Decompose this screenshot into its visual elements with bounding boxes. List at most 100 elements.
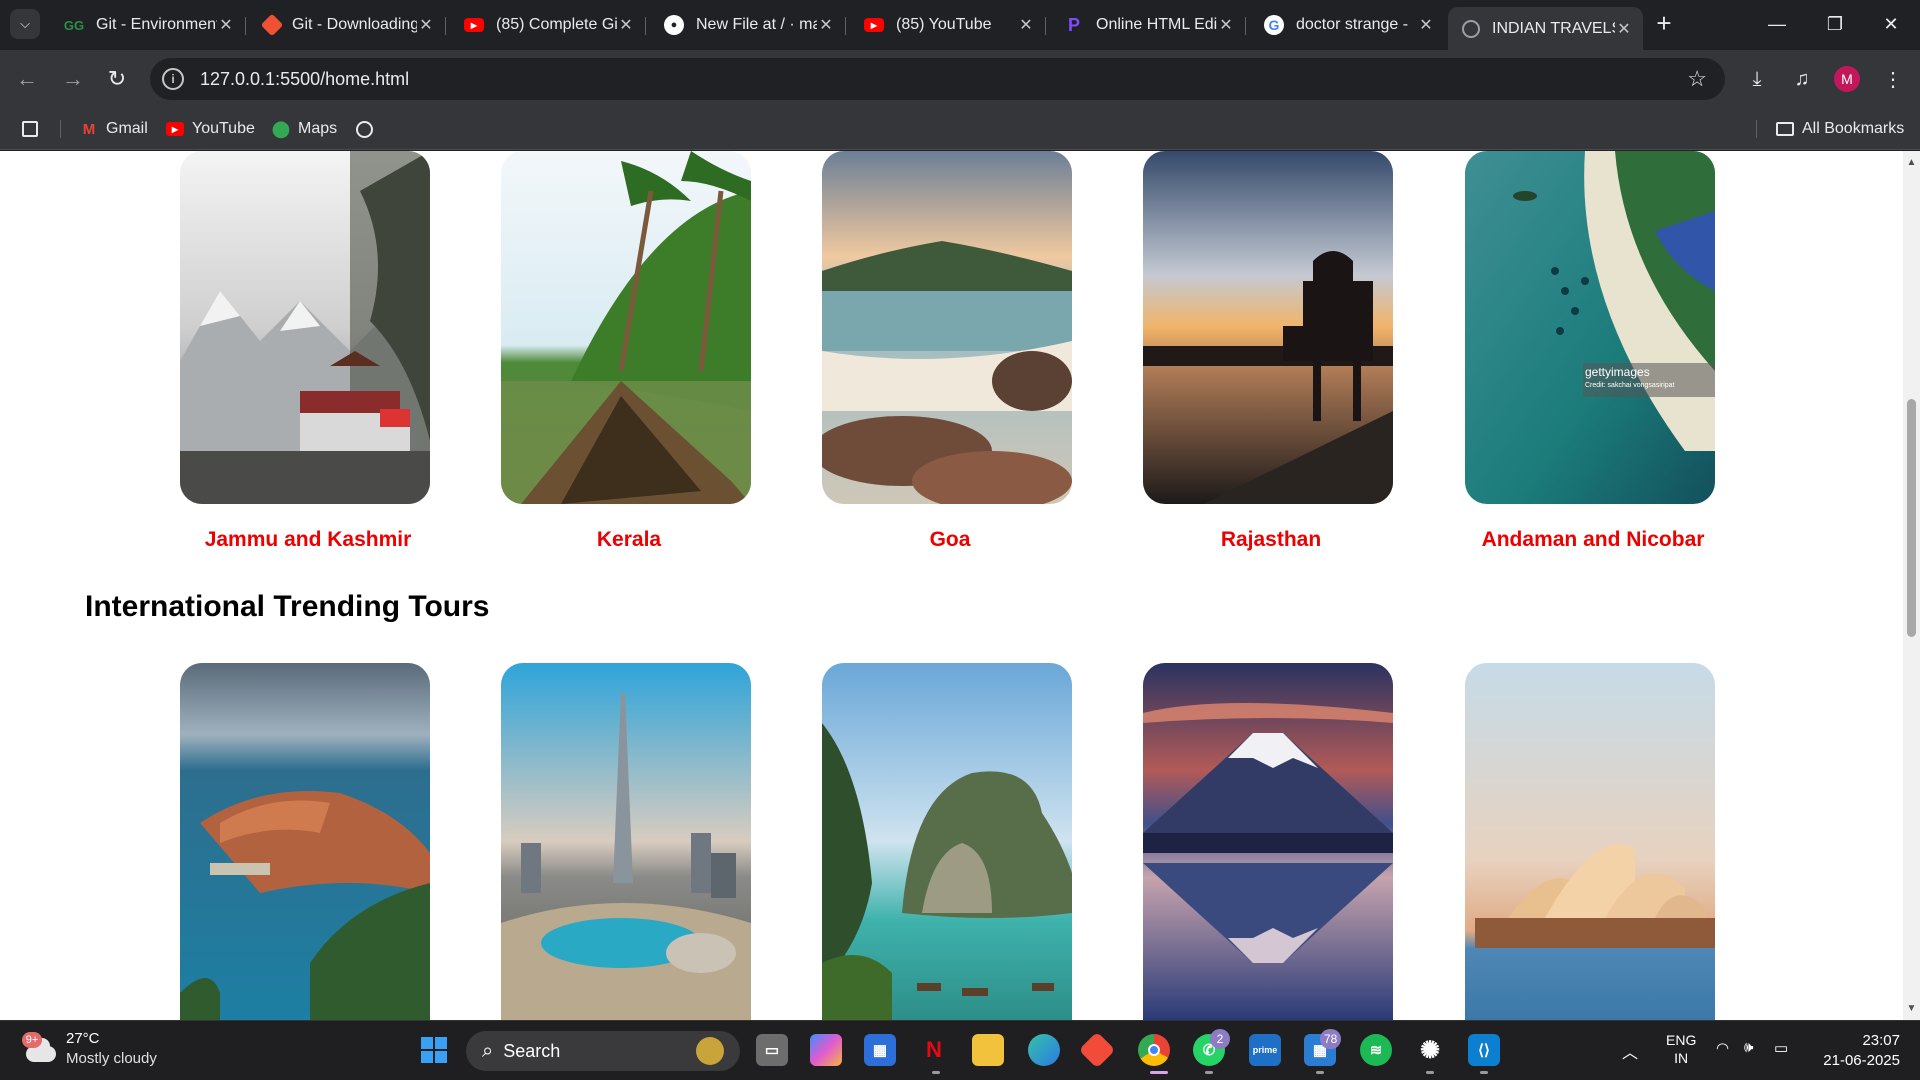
tab-youtube[interactable]: ▶ (85) YouTube ✕ bbox=[850, 7, 1046, 43]
copilot-button[interactable] bbox=[810, 1034, 842, 1066]
volume-icon[interactable]: 🕪 bbox=[1744, 1039, 1753, 1056]
download-button[interactable]: ⤓ bbox=[1740, 62, 1774, 96]
destination-label[interactable]: Andaman and Nicobar bbox=[1433, 528, 1753, 552]
bookmark-youtube[interactable]: ▶ YouTube bbox=[166, 117, 255, 141]
github-icon: ● bbox=[664, 15, 684, 35]
destination-card-kerala[interactable] bbox=[501, 151, 751, 504]
netflix-icon: N bbox=[926, 1037, 942, 1062]
store-button[interactable]: ▦ bbox=[864, 1034, 896, 1066]
back-button[interactable]: ← bbox=[10, 62, 44, 96]
close-icon[interactable]: ✕ bbox=[817, 15, 835, 35]
weather-widget[interactable]: 9+ 27°C Mostly cloudy bbox=[22, 1029, 157, 1069]
profile-avatar[interactable]: M bbox=[1834, 66, 1860, 92]
page-scrollbar[interactable]: ▲ ▼ bbox=[1903, 151, 1920, 1020]
tab-doctor-strange[interactable]: G doctor strange - ✕ bbox=[1250, 7, 1445, 43]
store-badge: 78 bbox=[1320, 1029, 1342, 1049]
prime-video-button[interactable]: prime bbox=[1249, 1034, 1281, 1066]
international-card-skyscraper[interactable] bbox=[501, 663, 751, 1020]
close-icon[interactable]: ✕ bbox=[1417, 15, 1435, 35]
bookmark-star-icon[interactable]: ☆ bbox=[1687, 66, 1707, 92]
international-card-opera[interactable] bbox=[1465, 663, 1715, 1020]
wifi-icon[interactable]: ◠ bbox=[1716, 1039, 1729, 1057]
spotify-button[interactable]: ≋ bbox=[1360, 1034, 1392, 1066]
tab-git-environment[interactable]: GG Git - Environment ✕ bbox=[50, 7, 246, 43]
destination-label[interactable]: Goa bbox=[790, 528, 1110, 552]
tab-complete-git[interactable]: ▶ (85) Complete Git ✕ bbox=[450, 7, 646, 43]
new-tab-button[interactable]: + bbox=[1650, 10, 1678, 38]
destination-card-rajasthan[interactable] bbox=[1143, 151, 1393, 504]
divider bbox=[60, 120, 61, 138]
divider bbox=[1756, 120, 1757, 138]
clock[interactable]: 23:07 21-06-2025 bbox=[1818, 1031, 1900, 1071]
scroll-down-icon[interactable]: ▼ bbox=[1906, 1003, 1917, 1014]
bookmark-maps[interactable]: ⬤ Maps bbox=[272, 117, 337, 141]
destination-label[interactable]: Rajasthan bbox=[1111, 528, 1431, 552]
weather-badge: 9+ bbox=[22, 1032, 42, 1048]
edge-button[interactable] bbox=[1028, 1034, 1060, 1066]
international-card-lagoon[interactable] bbox=[822, 663, 1072, 1020]
close-icon[interactable]: ✕ bbox=[1017, 15, 1035, 35]
destination-label[interactable]: Kerala bbox=[469, 528, 789, 552]
opera-house-image bbox=[1465, 663, 1715, 1020]
weather-cloud-icon: 9+ bbox=[22, 1032, 56, 1066]
language-code: ENG bbox=[1666, 1032, 1697, 1048]
tab-title: doctor strange - bbox=[1296, 16, 1409, 33]
taskbar-search[interactable]: ⌕ Search bbox=[466, 1031, 740, 1071]
scrollbar-thumb[interactable] bbox=[1907, 399, 1916, 637]
destination-card-andaman-nicobar[interactable]: gettyimages Credit: sakchai vongsasiripa… bbox=[1465, 151, 1715, 504]
tab-strip: ⌵ GG Git - Environment ✕ Git - Downloadi… bbox=[0, 0, 1920, 50]
kebab-menu-icon: ⋮ bbox=[1883, 68, 1903, 91]
tab-github-new-file[interactable]: ● New File at / · main ✕ bbox=[650, 7, 846, 43]
close-icon[interactable]: ✕ bbox=[1217, 15, 1235, 35]
netflix-button[interactable]: N bbox=[918, 1034, 950, 1066]
arrow-right-icon: → bbox=[62, 66, 84, 91]
tab-online-html-editor[interactable]: P Online HTML Editor ✕ bbox=[1050, 7, 1246, 43]
apps-button[interactable] bbox=[22, 117, 46, 141]
international-card-fuji[interactable] bbox=[1143, 663, 1393, 1020]
bookmark-gmail[interactable]: M Gmail bbox=[80, 117, 148, 141]
tab-git-downloading[interactable]: Git - Downloading ✕ bbox=[250, 7, 446, 43]
site-info-icon[interactable]: i bbox=[162, 68, 184, 90]
task-view-button[interactable]: ▭ bbox=[756, 1034, 788, 1066]
menu-button[interactable]: ⋮ bbox=[1876, 62, 1910, 96]
bookmark-site[interactable] bbox=[356, 117, 381, 141]
media-control-button[interactable]: ♫ bbox=[1785, 62, 1819, 96]
coastal-city-image bbox=[180, 663, 430, 1020]
close-icon[interactable]: ✕ bbox=[1615, 19, 1633, 39]
tab-title: (85) Complete Git bbox=[496, 16, 617, 33]
close-window-button[interactable]: ✕ bbox=[1862, 0, 1920, 48]
forward-button[interactable]: → bbox=[56, 62, 90, 96]
jammu-kashmir-image bbox=[180, 151, 430, 504]
lagoon-image bbox=[822, 663, 1072, 1020]
restore-button[interactable]: ❐ bbox=[1806, 0, 1864, 48]
gmail-icon: M bbox=[82, 120, 96, 138]
international-card-coast-city[interactable] bbox=[180, 663, 430, 1020]
close-icon[interactable]: ✕ bbox=[617, 15, 635, 35]
reload-button[interactable]: ↻ bbox=[100, 62, 134, 96]
tray-overflow-button[interactable]: ︿ bbox=[1622, 1039, 1638, 1063]
destination-label[interactable]: Jammu and Kashmir bbox=[148, 528, 468, 552]
chatgpt-button[interactable]: ✺ bbox=[1414, 1034, 1446, 1066]
git-app-button[interactable] bbox=[1078, 1031, 1116, 1069]
battery-icon[interactable]: ▭ bbox=[1774, 1039, 1788, 1057]
destination-card-goa[interactable] bbox=[822, 151, 1072, 504]
watermark-brand: gettyimages bbox=[1585, 365, 1650, 379]
tab-search-button[interactable]: ⌵ bbox=[10, 9, 40, 39]
file-explorer-button[interactable] bbox=[972, 1034, 1004, 1066]
address-bar[interactable]: i 127.0.0.1:5500/home.html ☆ bbox=[150, 58, 1725, 100]
scroll-up-icon[interactable]: ▲ bbox=[1906, 157, 1917, 168]
close-icon[interactable]: ✕ bbox=[417, 15, 435, 35]
tab-title: Git - Downloading bbox=[292, 16, 417, 33]
address-url[interactable]: 127.0.0.1:5500/home.html bbox=[200, 69, 409, 90]
chrome-button[interactable] bbox=[1138, 1034, 1170, 1066]
destination-card-jammu-kashmir[interactable] bbox=[180, 151, 430, 504]
all-bookmarks-button[interactable]: All Bookmarks bbox=[1776, 117, 1904, 141]
arrow-left-icon: ← bbox=[16, 66, 38, 91]
windows-taskbar: 9+ 27°C Mostly cloudy ⌕ Search ▭ ▦ N ✆ 2… bbox=[0, 1020, 1920, 1080]
tab-indian-travels[interactable]: INDIAN TRAVELS ✕ bbox=[1448, 7, 1643, 50]
start-button[interactable] bbox=[418, 1034, 450, 1066]
minimize-button[interactable]: — bbox=[1748, 0, 1806, 48]
close-icon[interactable]: ✕ bbox=[217, 15, 235, 35]
language-indicator[interactable]: ENG IN bbox=[1666, 1031, 1696, 1067]
vscode-button[interactable]: ⟨⟩ bbox=[1468, 1034, 1500, 1066]
